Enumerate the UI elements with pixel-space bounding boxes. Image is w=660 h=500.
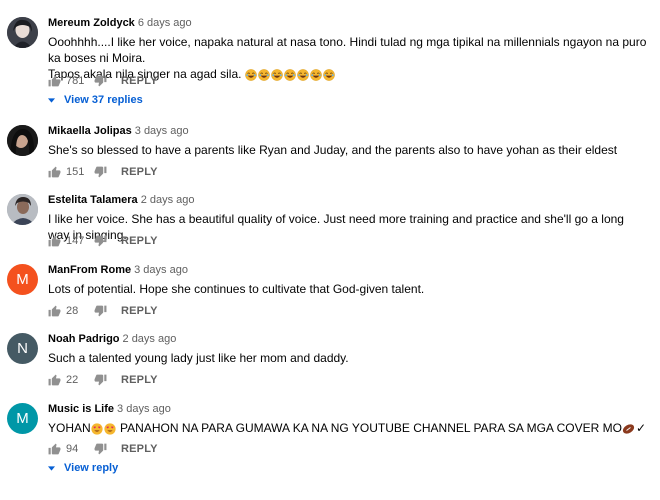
avatar-letter: M <box>16 271 29 288</box>
thumb-down-icon[interactable] <box>94 75 107 87</box>
laughing-emoji <box>310 69 322 85</box>
laughing-emoji <box>258 69 270 85</box>
avatar[interactable]: N <box>7 333 38 364</box>
comment-header: Music is Life 3 days ago <box>48 403 171 415</box>
reply-button[interactable]: REPLY <box>121 75 158 87</box>
comment-list: Mereum Zoldyck 6 days ago Ooohhhh....I li… <box>0 0 660 500</box>
football-emoji <box>622 423 635 439</box>
thumb-down-icon[interactable] <box>94 443 107 455</box>
view-replies-label: View reply <box>64 462 119 474</box>
heart-eyes-emoji <box>104 423 116 439</box>
like-count: 28 <box>66 305 79 317</box>
comment-header: ManFrom Rome 3 days ago <box>48 264 188 276</box>
laughing-emoji <box>271 69 283 85</box>
author-name[interactable]: Estelita Talamera <box>48 194 138 206</box>
comment-time[interactable]: 2 days ago <box>141 194 195 206</box>
like-count: 147 <box>66 235 85 247</box>
thumb-up-icon[interactable] <box>48 235 61 247</box>
caret-down-icon <box>48 465 55 471</box>
avatar-photo <box>7 125 38 156</box>
laughing-emoji <box>284 69 296 85</box>
comment-header: Mikaella Jolipas 3 days ago <box>48 125 189 137</box>
laughing-emoji <box>245 69 257 85</box>
reply-button[interactable]: REPLY <box>121 166 158 178</box>
author-name[interactable]: Mereum Zoldyck <box>48 17 135 29</box>
emoji-row <box>245 67 336 81</box>
comment-time[interactable]: 6 days ago <box>138 17 192 29</box>
avatar-letter: N <box>17 340 28 357</box>
like-count: 151 <box>66 166 85 178</box>
reply-button[interactable]: REPLY <box>121 305 158 317</box>
comment-header: Mereum Zoldyck 6 days ago <box>48 17 192 29</box>
thumb-up-icon[interactable] <box>48 374 61 386</box>
comment-text: Lots of potential. Hope she continues to… <box>48 282 425 296</box>
like-count: 22 <box>66 374 79 386</box>
author-name[interactable]: ManFrom Rome <box>48 264 131 276</box>
comment-actions: 28 REPLY <box>48 304 158 318</box>
view-replies-label: View 37 replies <box>64 94 143 106</box>
thumb-up-icon[interactable] <box>48 443 61 455</box>
comment-time[interactable]: 3 days ago <box>117 403 171 415</box>
author-name[interactable]: Mikaella Jolipas <box>48 125 132 137</box>
like-count: 94 <box>66 443 79 455</box>
laughing-emoji <box>297 69 309 85</box>
reply-button[interactable]: REPLY <box>121 374 158 386</box>
avatar[interactable]: M <box>7 264 38 295</box>
avatar[interactable] <box>7 194 38 225</box>
comment-time[interactable]: 3 days ago <box>135 125 189 137</box>
avatar-photo <box>7 17 38 48</box>
comment-text-part: YOHAN <box>48 421 91 435</box>
thumb-up-icon[interactable] <box>48 305 61 317</box>
comment-text-part: PANAHON NA PARA GUMAWA KA NA NG YOUTUBE … <box>120 421 622 435</box>
caret-down-icon <box>48 97 55 103</box>
author-name[interactable]: Music is Life <box>48 403 114 415</box>
comment-text: Such a talented young lady just like her… <box>48 351 349 365</box>
view-replies-button[interactable]: View reply <box>48 462 118 474</box>
comment-text: She's so blessed to have a parents like … <box>48 143 618 157</box>
laughing-emoji <box>323 69 335 85</box>
comment-text-part: ✓ <box>635 421 646 435</box>
avatar[interactable] <box>7 125 38 156</box>
comment-actions: 151 REPLY <box>48 165 158 179</box>
author-name[interactable]: Noah Padrigo <box>48 333 120 345</box>
thumb-up-icon[interactable] <box>48 166 61 178</box>
comment-time[interactable]: 2 days ago <box>123 333 177 345</box>
heart-eyes-emoji <box>91 423 103 439</box>
comment-actions: 781 REPLY <box>48 74 158 88</box>
like-count: 781 <box>66 75 85 87</box>
thumb-down-icon[interactable] <box>94 166 107 178</box>
comment-actions: 147 REPLY <box>48 234 158 248</box>
thumb-down-icon[interactable] <box>94 374 107 386</box>
comment-header: Estelita Talamera 2 days ago <box>48 194 195 206</box>
reply-button[interactable]: REPLY <box>121 235 158 247</box>
comment-text-line: Ooohhhh....I like her voice, napaka natu… <box>48 35 647 65</box>
thumb-down-icon[interactable] <box>94 235 107 247</box>
view-replies-button[interactable]: View 37 replies <box>48 94 143 106</box>
comment-actions: 94 REPLY <box>48 442 158 456</box>
comment-header: Noah Padrigo 2 days ago <box>48 333 176 345</box>
reply-button[interactable]: REPLY <box>121 443 158 455</box>
thumb-down-icon[interactable] <box>94 305 107 317</box>
avatar[interactable] <box>7 17 38 48</box>
comment-time[interactable]: 3 days ago <box>134 264 188 276</box>
comment-actions: 22 REPLY <box>48 373 158 387</box>
avatar[interactable]: M <box>7 403 38 434</box>
avatar-letter: M <box>16 410 29 427</box>
avatar-photo <box>7 194 38 225</box>
comment-text: YOHAN PANAHON NA PARA GUMAWA KA NA NG YO… <box>48 420 648 439</box>
thumb-up-icon[interactable] <box>48 75 61 87</box>
